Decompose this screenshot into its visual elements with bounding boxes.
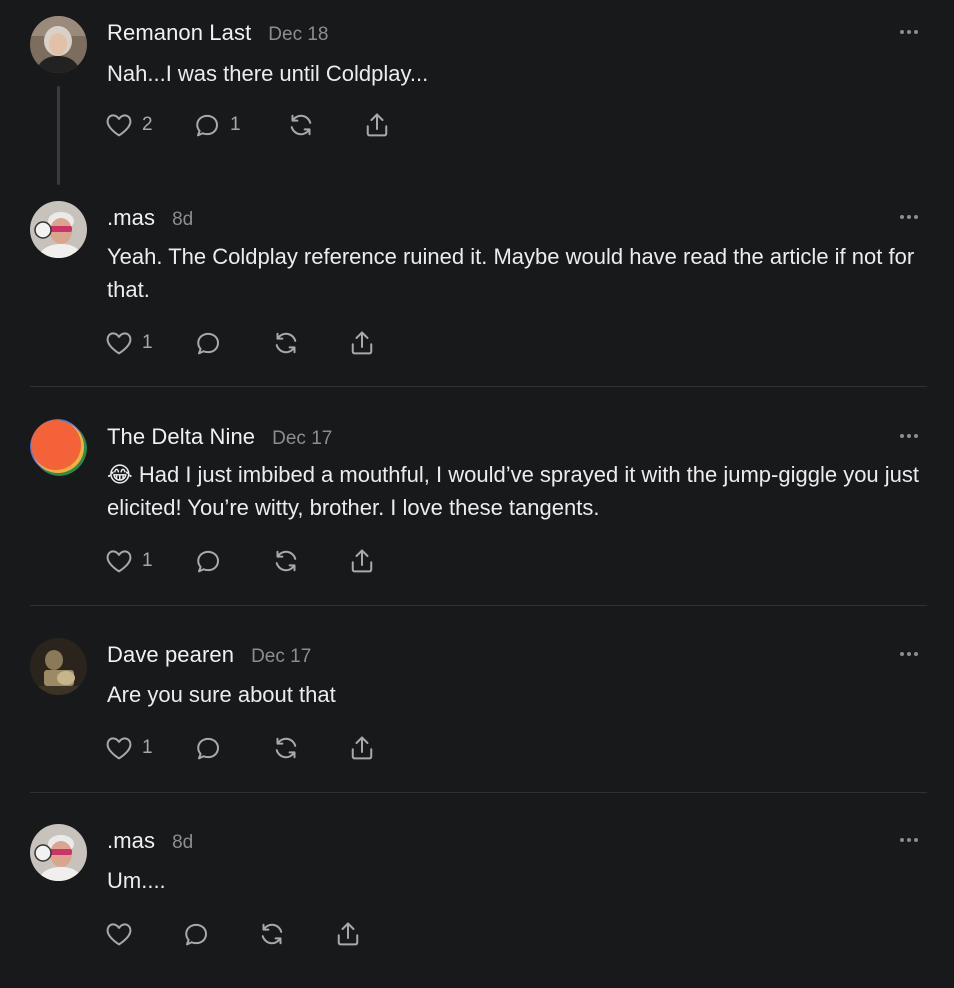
author-name[interactable]: .mas xyxy=(107,205,155,231)
comment-text-content: Had I just imbibed a mouthful, I would’v… xyxy=(107,462,920,520)
heart-icon xyxy=(104,328,134,358)
share-icon xyxy=(347,546,377,576)
share-icon xyxy=(362,110,392,140)
author-name[interactable]: The Delta Nine xyxy=(107,424,255,450)
restack-icon xyxy=(271,328,301,358)
restack-icon xyxy=(257,919,287,949)
comment-text: Um.... xyxy=(107,868,166,893)
comment-icon xyxy=(192,110,222,140)
reply-button[interactable] xyxy=(193,544,223,578)
comment-text: Nah...I was there until Coldplay... xyxy=(107,61,429,86)
share-button[interactable] xyxy=(347,731,377,765)
restack-icon xyxy=(271,733,301,763)
like-button[interactable]: 2 xyxy=(104,108,153,142)
avatar[interactable] xyxy=(30,824,87,881)
share-icon xyxy=(347,733,377,763)
restack-button[interactable] xyxy=(257,917,287,951)
divider xyxy=(30,386,927,387)
comment-date[interactable]: 8d xyxy=(172,209,193,231)
avatar[interactable] xyxy=(30,419,87,476)
comment: The Delta Nine Dec 17 😂 Had I just imbib… xyxy=(0,388,954,606)
avatar[interactable] xyxy=(30,638,87,695)
like-count: 1 xyxy=(142,332,153,353)
share-button[interactable] xyxy=(333,917,363,951)
comment-icon xyxy=(193,328,223,358)
share-button[interactable] xyxy=(362,108,392,142)
like-button[interactable]: 1 xyxy=(104,544,153,578)
like-count: 1 xyxy=(142,737,153,758)
share-button[interactable] xyxy=(347,326,377,360)
more-icon[interactable] xyxy=(900,433,922,439)
reply-button[interactable] xyxy=(181,917,211,951)
restack-button[interactable] xyxy=(286,108,316,142)
heart-icon xyxy=(104,919,134,949)
share-icon xyxy=(333,919,363,949)
share-button[interactable] xyxy=(347,544,377,578)
comment-date[interactable]: Dec 18 xyxy=(268,24,328,46)
reply-button[interactable]: 1 xyxy=(192,108,241,142)
more-icon[interactable] xyxy=(900,214,922,220)
laughing-emoji: 😂 xyxy=(107,462,133,487)
comment: Remanon Last Dec 18 Nah...I was there un… xyxy=(0,0,954,190)
author-name[interactable]: .mas xyxy=(107,828,155,854)
like-button[interactable]: 1 xyxy=(104,326,153,360)
restack-button[interactable] xyxy=(271,544,301,578)
like-count: 2 xyxy=(142,114,153,135)
reply-button[interactable] xyxy=(193,731,223,765)
author-name[interactable]: Remanon Last xyxy=(107,20,251,46)
comment-text: 😂 Had I just imbibed a mouthful, I would… xyxy=(107,458,932,524)
thread-line xyxy=(57,86,60,185)
avatar[interactable] xyxy=(30,16,87,73)
restack-icon xyxy=(271,546,301,576)
reply-count: 1 xyxy=(230,114,241,135)
comment: .mas 8d Yeah. The Coldplay reference rui… xyxy=(0,190,954,388)
avatar[interactable] xyxy=(30,201,87,258)
more-icon[interactable] xyxy=(900,651,922,657)
comment: .mas 8d Um.... xyxy=(0,793,954,988)
comment-date[interactable]: Dec 17 xyxy=(251,646,311,668)
comment-text: Yeah. The Coldplay reference ruined it. … xyxy=(107,244,915,302)
comment-date[interactable]: Dec 17 xyxy=(272,428,332,450)
like-button[interactable]: 1 xyxy=(104,731,153,765)
restack-button[interactable] xyxy=(271,731,301,765)
comment: Dave pearen Dec 17 Are you sure about th… xyxy=(0,606,954,793)
comment-icon xyxy=(193,733,223,763)
share-icon xyxy=(347,328,377,358)
comment-icon xyxy=(193,546,223,576)
like-button[interactable] xyxy=(104,917,142,951)
heart-icon xyxy=(104,733,134,763)
comment-date[interactable]: 8d xyxy=(172,832,193,854)
heart-icon xyxy=(104,110,134,140)
restack-button[interactable] xyxy=(271,326,301,360)
comment-text: Are you sure about that xyxy=(107,682,336,707)
like-count: 1 xyxy=(142,550,153,571)
comment-icon xyxy=(181,919,211,949)
heart-icon xyxy=(104,546,134,576)
author-name[interactable]: Dave pearen xyxy=(107,642,234,668)
reply-button[interactable] xyxy=(193,326,223,360)
more-icon[interactable] xyxy=(900,29,922,35)
more-icon[interactable] xyxy=(900,837,922,843)
restack-icon xyxy=(286,110,316,140)
